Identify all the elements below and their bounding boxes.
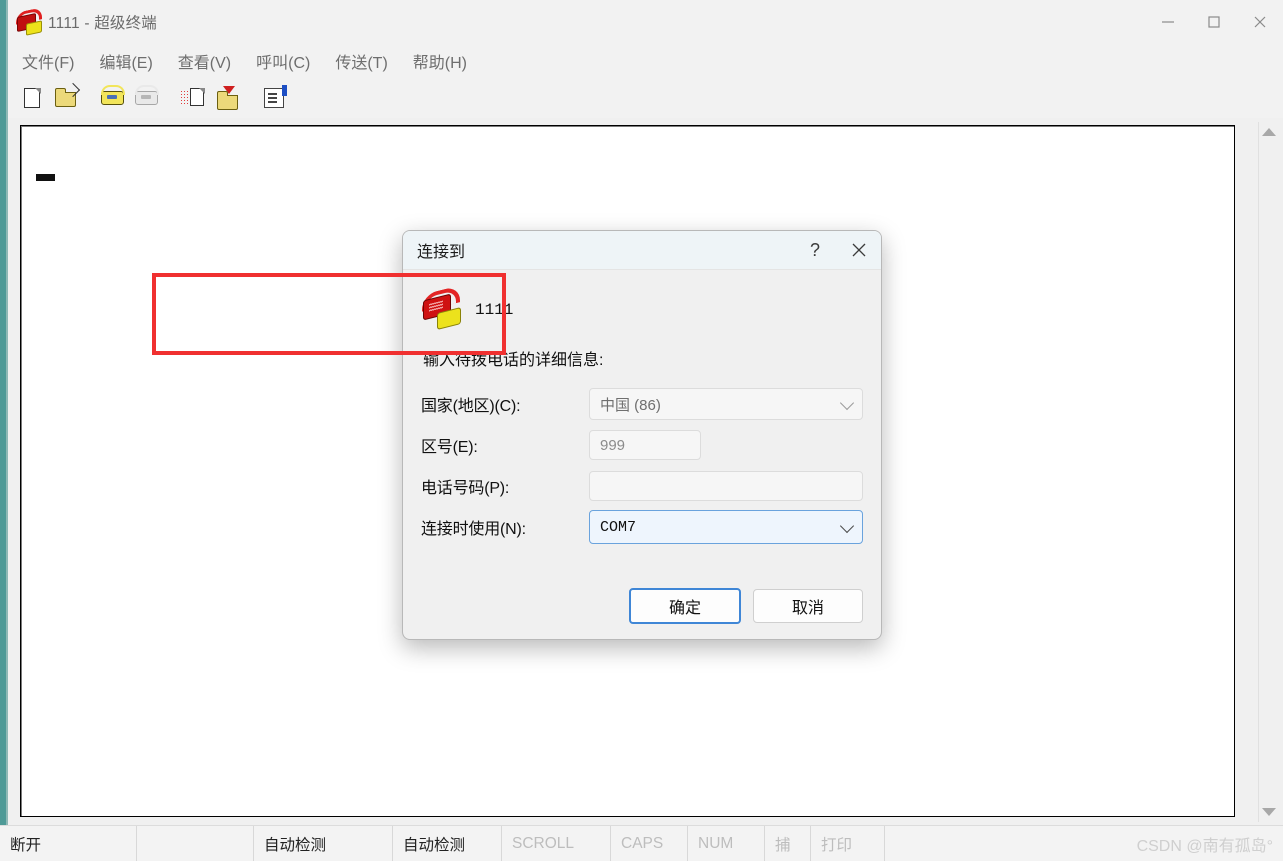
country-region-combo[interactable]: 中国 (86) [589, 388, 863, 420]
close-button[interactable] [1237, 0, 1283, 44]
toolbar [8, 78, 1283, 118]
csdn-watermark: CSDN @南有孤岛° [1136, 837, 1273, 855]
status-num: NUM [688, 826, 765, 861]
dialog-hint: 输入待拨电话的详细信息: [423, 352, 604, 369]
window-controls [1145, 0, 1283, 44]
scroll-down-icon[interactable] [1262, 808, 1276, 816]
window-title: 1111 - 超级终端 [48, 15, 158, 32]
status-bar: 断开 自动检测 自动检测 SCROLL CAPS NUM 捕 打印 CSDN @… [0, 825, 1283, 861]
country-region-label: 国家(地区)(C): [421, 398, 521, 415]
device-row: 1111 [421, 284, 863, 336]
connect-using-value: COM7 [600, 518, 637, 536]
field-row-country: 国家(地区)(C): 中国 (86) [421, 384, 863, 424]
open-folder-icon[interactable] [50, 82, 81, 112]
dial-phone-icon[interactable] [97, 84, 127, 112]
menu-view[interactable]: 查看(V) [167, 47, 242, 75]
field-row-phone: 电话号码(P): [421, 466, 863, 506]
status-connection: 断开 [0, 826, 137, 861]
status-print: 打印 [811, 826, 885, 861]
status-caps: CAPS [611, 826, 688, 861]
send-file-icon[interactable] [178, 84, 208, 112]
properties-icon[interactable] [259, 84, 289, 112]
connect-using-combo[interactable]: COM7 [589, 510, 863, 544]
maximize-button[interactable] [1191, 0, 1237, 44]
dialog-body: 1111 输入待拨电话的详细信息: 国家(地区)(C): 中国 (86) 区号(… [403, 270, 881, 547]
connect-using-label: 连接时使用(N): [421, 521, 526, 538]
menu-call[interactable]: 呼叫(C) [245, 47, 321, 75]
connect-to-dialog: 连接到 ? 1111 输入待拨电话的详细信息: 国家(地区)(C): 中国 (8… [402, 230, 882, 640]
dialog-title-bar: 连接到 ? [403, 231, 881, 270]
dialog-close-button[interactable] [837, 231, 881, 269]
chevron-down-icon [839, 395, 855, 411]
phone-device-icon [422, 285, 467, 330]
title-bar: 1111 - 超级终端 [8, 0, 1283, 44]
vertical-scrollbar[interactable] [1258, 122, 1281, 822]
dialog-help-button[interactable]: ? [793, 231, 837, 269]
new-document-icon[interactable] [16, 84, 46, 112]
dialog-title: 连接到 [417, 244, 466, 261]
menu-bar: 文件(F) 编辑(E) 查看(V) 呼叫(C) 传送(T) 帮助(H) [8, 44, 1283, 79]
cancel-button[interactable]: 取消 [753, 589, 863, 623]
phone-icon [16, 7, 42, 36]
terminal-cursor [36, 174, 55, 181]
dialog-footer: 确定 取消 [403, 573, 881, 639]
area-code-label: 区号(E): [421, 439, 478, 456]
menu-file[interactable]: 文件(F) [11, 47, 85, 75]
menu-transfer[interactable]: 传送(T) [324, 47, 398, 75]
app-window: 1111 - 超级终端 文件(F) 编辑(E) 查看(V) 呼叫(C) 传送(T… [0, 0, 1283, 861]
chevron-down-icon [839, 518, 855, 534]
ok-button[interactable]: 确定 [629, 588, 741, 624]
scroll-up-icon[interactable] [1262, 128, 1276, 136]
phone-number-field[interactable] [589, 471, 863, 501]
area-code-field[interactable]: 999 [589, 430, 701, 460]
menu-help[interactable]: 帮助(H) [402, 47, 478, 75]
country-region-value: 中国 (86) [600, 396, 661, 414]
field-row-connect-using: 连接时使用(N): COM7 [421, 507, 863, 547]
area-code-value: 999 [600, 436, 626, 454]
hangup-phone-icon[interactable] [131, 84, 161, 112]
status-elapsed [137, 826, 254, 861]
status-scroll: SCROLL [502, 826, 611, 861]
device-name: 1111 [475, 301, 514, 319]
status-autodetect-1: 自动检测 [254, 826, 393, 861]
menu-edit[interactable]: 编辑(E) [88, 47, 163, 75]
phone-number-label: 电话号码(P): [421, 480, 510, 497]
receive-file-icon[interactable] [212, 84, 242, 112]
minimize-button[interactable] [1145, 0, 1191, 44]
status-capture: 捕 [765, 826, 811, 861]
status-autodetect-2: 自动检测 [393, 826, 502, 861]
field-row-areacode: 区号(E): 999 [421, 425, 863, 465]
